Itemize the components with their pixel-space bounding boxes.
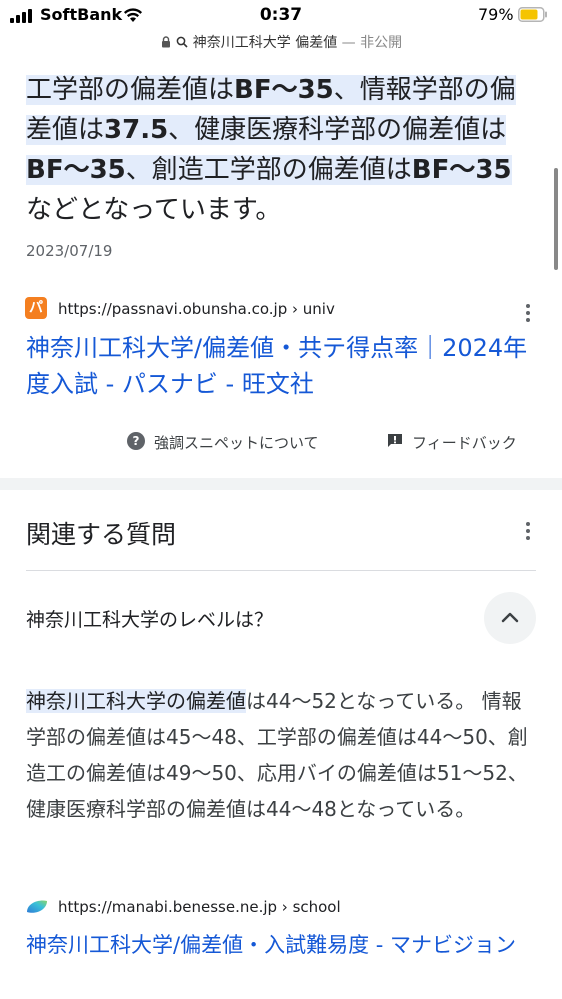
snippet-bold-value: 37.5 bbox=[104, 115, 169, 145]
scrollbar-thumb[interactable] bbox=[554, 168, 558, 270]
address-query: 神奈川工科大学 偏差値 bbox=[192, 35, 338, 51]
more-options-icon[interactable] bbox=[525, 522, 531, 542]
feedback-link[interactable]: フィードバック bbox=[412, 432, 517, 453]
snippet-bold-value: BF〜35 bbox=[234, 75, 334, 105]
source-title-link[interactable]: 神奈川工科大学/偏差値・入試難易度 - マナビジョン bbox=[26, 928, 541, 963]
passnavi-favicon-icon: パ bbox=[25, 297, 47, 319]
private-mode-label: — 非公開 bbox=[341, 35, 403, 51]
about-snippets-link[interactable]: 強調スニペットについて bbox=[154, 432, 319, 453]
section-divider bbox=[0, 478, 562, 490]
snippet-highlight: 工学部の偏差値はBF〜35、情報学部の偏差値は37.5、健康医療科学部の偏差値は… bbox=[26, 75, 516, 185]
related-questions-heading: 関連する質問 bbox=[26, 520, 177, 549]
featured-snippet-text: 工学部の偏差値はBF〜35、情報学部の偏差値は37.5、健康医療科学部の偏差値は… bbox=[26, 70, 536, 230]
source-url[interactable]: https://manabi.benesse.ne.jp › school bbox=[58, 898, 341, 916]
battery-icon bbox=[518, 7, 547, 22]
lock-icon bbox=[161, 36, 170, 48]
help-circle-icon[interactable]: ? bbox=[127, 432, 145, 450]
snippet-feedback-row: ? 強調スニペットについて フィードバック bbox=[0, 430, 562, 454]
more-options-icon[interactable] bbox=[525, 304, 531, 324]
snippet-text-part: 、創造工学部の偏差値は bbox=[125, 155, 412, 185]
answer-highlight: 神奈川工科大学の偏差値 bbox=[26, 689, 246, 713]
search-icon bbox=[176, 36, 188, 48]
source-url[interactable]: https://passnavi.obunsha.co.jp › univ bbox=[58, 300, 335, 318]
chevron-up-icon bbox=[501, 612, 519, 623]
snippet-bold-value: BF〜35 bbox=[26, 155, 126, 185]
snippet-bold-value: BF〜35 bbox=[411, 155, 512, 185]
snippet-text-part: 工学部の偏差値は bbox=[26, 75, 235, 105]
source-title-link[interactable]: 神奈川工科大学/偏差値・共テ得点率｜2024年度入試 - パスナビ - 旺文社 bbox=[26, 330, 536, 402]
battery-percent: 79% bbox=[478, 5, 514, 24]
snippet-text-part: 、健康医療科学部の偏差値は bbox=[168, 115, 507, 145]
feedback-icon[interactable] bbox=[387, 433, 403, 448]
address-bar[interactable]: 神奈川工科大学 偏差値 — 非公開 bbox=[0, 32, 562, 54]
status-bar: SoftBank 0:37 79% bbox=[0, 0, 562, 32]
related-question[interactable]: 神奈川工科大学のレベルは？ bbox=[26, 605, 273, 632]
collapse-button[interactable] bbox=[484, 592, 536, 644]
divider bbox=[26, 570, 536, 571]
benesse-favicon-icon bbox=[27, 900, 47, 913]
related-answer-text: 神奈川工科大学の偏差値は44〜52となっている。 情報学部の偏差値は45〜48、… bbox=[26, 683, 536, 827]
snippet-text-part: などとなっています。 bbox=[26, 195, 282, 225]
snippet-date: 2023/07/19 bbox=[26, 242, 113, 260]
